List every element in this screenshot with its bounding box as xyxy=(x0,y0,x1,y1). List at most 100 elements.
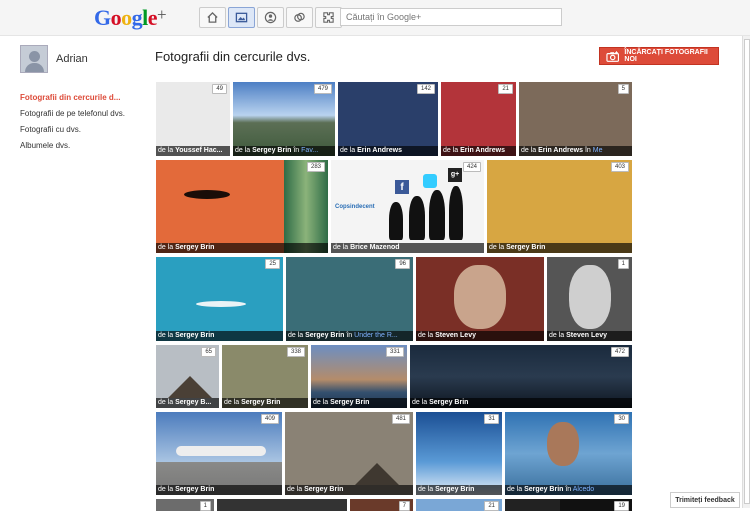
author-link[interactable]: Sergey Brin xyxy=(506,244,545,251)
album-link[interactable]: Me xyxy=(593,147,603,154)
author-link[interactable]: Steven Levy xyxy=(566,332,607,339)
photo-tile[interactable]: 7 xyxy=(350,499,413,511)
top-bar: Google+ xyxy=(0,0,750,36)
comment-count-badge[interactable]: 30 xyxy=(614,414,629,424)
comment-count-badge[interactable]: 96 xyxy=(395,259,410,269)
photo-tile[interactable]: 19 xyxy=(560,499,632,511)
author-link[interactable]: Erin Andrews xyxy=(460,147,505,154)
author-link[interactable]: Sergey B... xyxy=(175,399,211,406)
photo-tile[interactable] xyxy=(217,499,347,511)
author-link[interactable]: Sergey Brin xyxy=(435,486,474,493)
photo-tile[interactable]: 31 de la Sergey Brin xyxy=(416,412,502,495)
comment-count-badge[interactable]: 7 xyxy=(398,501,410,511)
feedback-button[interactable]: Trimiteți feedback xyxy=(670,492,740,508)
comment-count-badge[interactable]: 338 xyxy=(286,347,305,357)
photo-tile[interactable]: 30 de la Sergey Brin în Alcedo xyxy=(505,412,632,495)
comment-count-badge[interactable]: 472 xyxy=(610,347,629,357)
comment-count-badge[interactable]: 21 xyxy=(484,501,499,511)
photo-caption: de la Sergey Brin xyxy=(222,398,308,408)
comment-count-badge[interactable]: 5 xyxy=(617,84,629,94)
nav-profile-button[interactable] xyxy=(257,7,284,28)
photo-tile[interactable]: 472 de la Sergey Brin xyxy=(410,345,632,408)
nav-photos-button[interactable] xyxy=(228,7,255,28)
author-link[interactable]: Brice Mazenod xyxy=(350,244,399,251)
scrollbar-thumb[interactable] xyxy=(744,39,750,504)
photo-tile[interactable]: 283 de la Sergey Brin xyxy=(156,160,328,253)
album-link[interactable]: Alcedo xyxy=(573,486,594,493)
author-link[interactable]: Sergey Brin xyxy=(305,332,344,339)
photo-tile[interactable]: 21 xyxy=(416,499,502,511)
comment-count-badge[interactable]: 142 xyxy=(416,84,435,94)
photo-tile[interactable]: 338 de la Sergey Brin xyxy=(222,345,308,408)
comment-count-badge[interactable]: 25 xyxy=(265,259,280,269)
author-link[interactable]: Erin Andrews xyxy=(538,147,583,154)
author-link[interactable]: Youssef Hac... xyxy=(175,147,222,154)
album-link[interactable]: Under the R... xyxy=(354,332,398,339)
photo-tile[interactable]: de la Steven Levy xyxy=(416,257,544,341)
caption-prefix: de la xyxy=(158,486,176,493)
comment-count-badge[interactable]: 479 xyxy=(313,84,332,94)
sidebar-item-circles-photos[interactable]: Fotografii din cercurile d... xyxy=(20,93,145,102)
photo-tile[interactable]: 142 de la Erin Andrews xyxy=(338,82,438,156)
sidebar-item-phone-photos[interactable]: Fotografii de pe telefonul dvs. xyxy=(20,109,145,118)
comment-count-badge[interactable]: 1 xyxy=(617,259,629,269)
author-link[interactable]: Sergey Brin xyxy=(304,486,343,493)
author-link[interactable]: Sergey Brin xyxy=(175,486,214,493)
google-plus-logo[interactable]: Google+ xyxy=(94,5,167,31)
sidebar-item-photos-of-you[interactable]: Fotografii cu dvs. xyxy=(20,125,145,134)
scrollbar[interactable] xyxy=(742,36,750,508)
comment-count-badge[interactable]: 283 xyxy=(306,162,325,172)
author-link[interactable]: Sergey Brin xyxy=(241,399,280,406)
comment-count-badge[interactable]: 49 xyxy=(212,84,227,94)
photo-tile[interactable]: 409 de la Sergey Brin xyxy=(156,412,282,495)
photo-tile[interactable]: 331 de la Sergey Brin xyxy=(311,345,407,408)
photo-tile[interactable]: 49 de la Youssef Hac... xyxy=(156,82,230,156)
author-link[interactable]: Sergey Brin xyxy=(330,399,369,406)
author-link[interactable]: Steven Levy xyxy=(435,332,476,339)
author-link[interactable]: Sergey Brin xyxy=(175,244,214,251)
avatar[interactable] xyxy=(20,45,48,73)
author-link[interactable]: Sergey Brin xyxy=(252,147,291,154)
comment-count-badge[interactable]: 21 xyxy=(498,84,513,94)
user-profile[interactable]: Adrian xyxy=(20,45,145,73)
photo-tile[interactable]: 479 de la Sergey Brin în Fav... xyxy=(233,82,335,156)
nav-home-button[interactable] xyxy=(199,7,226,28)
photo-tile[interactable]: Copsindecent f g+ 424 de la Brice Mazenod xyxy=(331,160,484,253)
photo-tile[interactable]: 1 de la Steven Levy xyxy=(547,257,632,341)
nav-circles-button[interactable] xyxy=(286,7,313,28)
photo-caption: de la Sergey Brin xyxy=(285,485,413,495)
photo-tile[interactable]: 5 de la Erin Andrews în Me xyxy=(519,82,632,156)
evolution-figure xyxy=(449,186,463,240)
comment-count-badge[interactable]: 331 xyxy=(385,347,404,357)
comment-count-badge[interactable]: 481 xyxy=(391,414,410,424)
user-name[interactable]: Adrian xyxy=(56,53,88,65)
comment-count-badge[interactable]: 409 xyxy=(260,414,279,424)
photo-tile[interactable]: 403 de la Sergey Brin xyxy=(487,160,632,253)
album-link[interactable]: Fav... xyxy=(301,147,318,154)
search-input[interactable] xyxy=(340,8,562,26)
nav-games-button[interactable] xyxy=(315,7,342,28)
comment-count-badge[interactable]: 424 xyxy=(462,162,481,172)
photo-caption: de la Sergey Brin în Alcedo xyxy=(505,485,632,495)
photo-tile[interactable]: 481 de la Sergey Brin xyxy=(285,412,413,495)
photo-tile[interactable]: 96 de la Sergey Brin în Under the R... xyxy=(286,257,413,341)
comment-count-badge[interactable]: 19 xyxy=(614,501,629,511)
photo-tile[interactable]: 65 de la Sergey B... xyxy=(156,345,219,408)
sidebar-item-your-albums[interactable]: Albumele dvs. xyxy=(20,141,145,150)
author-link[interactable]: Sergey Brin xyxy=(524,486,563,493)
comment-count-badge[interactable]: 65 xyxy=(201,347,216,357)
home-icon xyxy=(207,11,218,23)
upload-photos-button[interactable]: ÎNCĂRCAȚI FOTOGRAFII NOI xyxy=(599,47,719,65)
author-link[interactable]: Erin Andrews xyxy=(357,147,402,154)
photo-tile[interactable]: 25 de la Sergey Brin xyxy=(156,257,283,341)
comment-count-badge[interactable]: 403 xyxy=(610,162,629,172)
comment-count-badge[interactable]: 31 xyxy=(484,414,499,424)
author-link[interactable]: Sergey Brin xyxy=(429,399,468,406)
photo-tile[interactable]: 1 xyxy=(156,499,214,511)
comment-count-badge[interactable]: 1 xyxy=(199,501,211,511)
photo-caption: de la Sergey Brin xyxy=(410,398,632,408)
brand-text: Copsindecent xyxy=(335,204,375,210)
photo-tile[interactable]: 21 de la Erin Andrews xyxy=(441,82,516,156)
author-link[interactable]: Sergey Brin xyxy=(175,332,214,339)
photo-caption: de la Erin Andrews în Me xyxy=(519,146,632,156)
